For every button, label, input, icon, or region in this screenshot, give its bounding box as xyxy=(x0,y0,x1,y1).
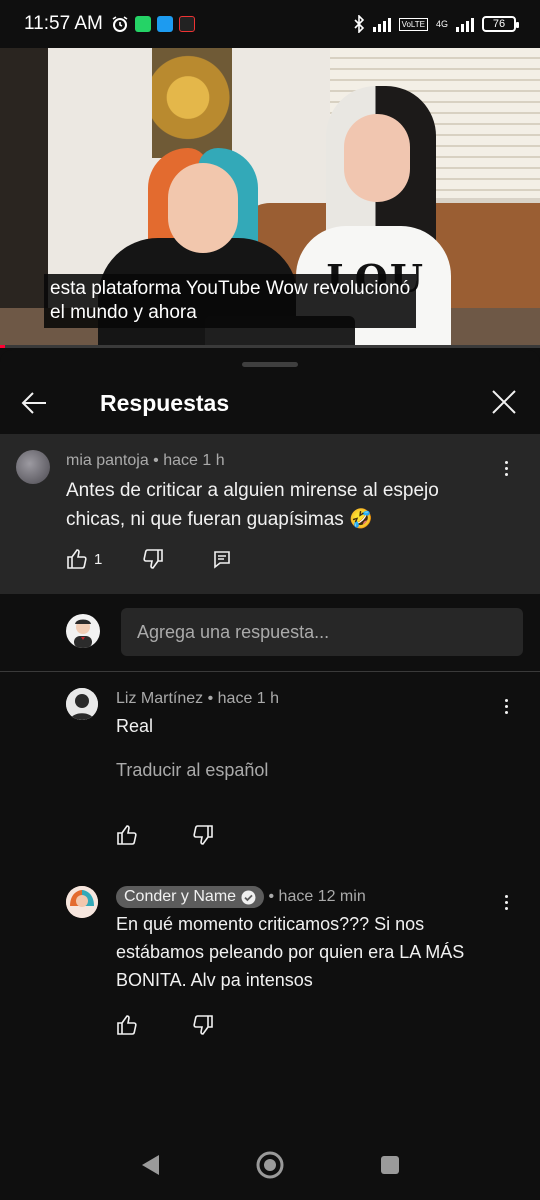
reply-actions xyxy=(116,824,214,846)
avatar[interactable] xyxy=(66,886,98,918)
system-nav-bar xyxy=(0,1130,540,1200)
app-icon xyxy=(178,16,195,32)
more-vertical-icon xyxy=(504,698,508,714)
verified-icon xyxy=(241,890,256,904)
volte-badge: VoLTE xyxy=(398,17,428,31)
thumbs-up-icon xyxy=(67,549,87,569)
square-recents-icon xyxy=(381,1156,399,1174)
reply-meta: Conder y Name • hace 12 min xyxy=(116,886,366,908)
avatar[interactable] xyxy=(66,688,98,720)
status-time: 11:57 AM xyxy=(24,13,103,34)
like-button[interactable] xyxy=(116,1014,138,1036)
comment-actions: 1 xyxy=(66,548,232,570)
alarm-icon xyxy=(112,16,128,32)
panel-title: Respuestas xyxy=(100,389,230,416)
thumbs-up-icon xyxy=(117,1015,137,1035)
my-avatar xyxy=(66,614,100,648)
avatar[interactable] xyxy=(16,450,50,484)
thumbs-up-icon xyxy=(117,825,137,845)
system-icons: VoLTE 4G 76 xyxy=(353,15,519,33)
translate-link[interactable]: Traducir al español xyxy=(116,760,268,781)
reply-item: Liz Martínez • hace 1 h Real Traducir al… xyxy=(0,680,540,870)
notification-icons xyxy=(111,15,195,33)
dislike-button[interactable] xyxy=(142,548,164,570)
comment-time: hace 1 h xyxy=(163,452,225,469)
more-vertical-icon xyxy=(504,894,508,910)
reply-text: En qué momento criticamos??? Si nos está… xyxy=(116,914,465,990)
dislike-button[interactable] xyxy=(192,824,214,846)
video-player[interactable]: LOU esta plataforma YouTube Wow revoluci… xyxy=(0,48,540,348)
signal-icon xyxy=(372,16,391,32)
triangle-back-icon xyxy=(142,1155,159,1175)
reply-button[interactable] xyxy=(212,549,232,569)
parent-comment: mia pantoja • hace 1 h Antes de criticar… xyxy=(0,434,540,594)
battery-level: 76 xyxy=(492,18,506,30)
more-vertical-icon xyxy=(504,460,508,476)
comment-text: Antes de criticar a alguien mirense al e… xyxy=(66,480,439,530)
video-progress-fill xyxy=(0,345,6,348)
reply-input-placeholder: Agrega una respuesta... xyxy=(137,621,330,642)
dislike-button[interactable] xyxy=(192,1014,214,1036)
reply-time: hace 1 h xyxy=(217,690,280,707)
reply-actions xyxy=(116,1014,214,1036)
face xyxy=(168,163,238,253)
nav-back-button[interactable] xyxy=(130,1145,170,1185)
like-button[interactable]: 1 xyxy=(66,548,102,570)
like-button[interactable] xyxy=(116,824,138,846)
caption-line-2: el mundo y ahora xyxy=(50,302,197,323)
caption-line-1: esta plataforma YouTube Wow revolucionó xyxy=(50,278,411,299)
video-captions: esta plataforma YouTube Wow revolucionó … xyxy=(44,274,417,328)
circle-home-icon xyxy=(256,1151,284,1179)
thumbs-down-icon xyxy=(143,549,164,569)
battery-icon: 76 xyxy=(482,16,519,32)
back-button[interactable] xyxy=(0,374,68,432)
like-count: 1 xyxy=(94,550,103,568)
whatsapp-icon xyxy=(134,16,151,32)
thumbs-down-icon xyxy=(193,825,213,845)
reply-item: Conder y Name • hace 12 min En qué momen… xyxy=(0,878,540,1048)
reply-meta: Liz Martínez • hace 1 h xyxy=(116,690,279,708)
panel-header: Respuestas xyxy=(0,374,540,432)
meta-separator: • xyxy=(153,452,164,469)
face xyxy=(344,114,410,202)
comment-author[interactable]: mia pantoja xyxy=(66,452,149,469)
avatar-illustration xyxy=(66,886,98,918)
nav-home-button[interactable] xyxy=(250,1145,290,1185)
reply-author[interactable]: Liz Martínez xyxy=(116,690,203,707)
close-button[interactable] xyxy=(482,380,526,424)
bluetooth-icon xyxy=(353,15,364,33)
meta-separator: • xyxy=(268,888,279,905)
signal-icon-2 xyxy=(456,16,474,32)
comment-meta: mia pantoja • hace 1 h xyxy=(66,452,225,470)
arrow-left-icon xyxy=(21,392,46,414)
status-bar: 11:57 AM VoLTE 4G 76 xyxy=(0,0,540,48)
reply-time: hace 12 min xyxy=(278,888,366,905)
comment-icon xyxy=(214,551,231,569)
reply-text: Real xyxy=(116,716,154,736)
reply-menu-button[interactable] xyxy=(494,890,518,914)
reply-author: Conder y Name xyxy=(124,888,237,905)
nav-recents-button[interactable] xyxy=(370,1145,410,1185)
creator-badge[interactable]: Conder y Name xyxy=(116,886,265,908)
replies-panel: Respuestas mia pantoja • hace 1 h Antes … xyxy=(0,350,540,1200)
avatar-illustration xyxy=(66,688,98,720)
reply-input-row: Agrega una respuesta... xyxy=(0,594,540,672)
close-icon xyxy=(492,390,516,414)
avatar-illustration xyxy=(74,619,92,648)
network-type: 4G xyxy=(435,18,448,29)
reply-menu-button[interactable] xyxy=(494,694,518,718)
drag-handle[interactable] xyxy=(242,362,298,367)
meta-separator: • xyxy=(207,690,218,707)
thumbs-down-icon xyxy=(193,1015,213,1035)
comment-menu-button[interactable] xyxy=(494,456,518,480)
reply-input[interactable]: Agrega una respuesta... xyxy=(121,608,523,656)
twitter-icon xyxy=(156,16,173,32)
video-progress-bar[interactable] xyxy=(0,345,540,348)
